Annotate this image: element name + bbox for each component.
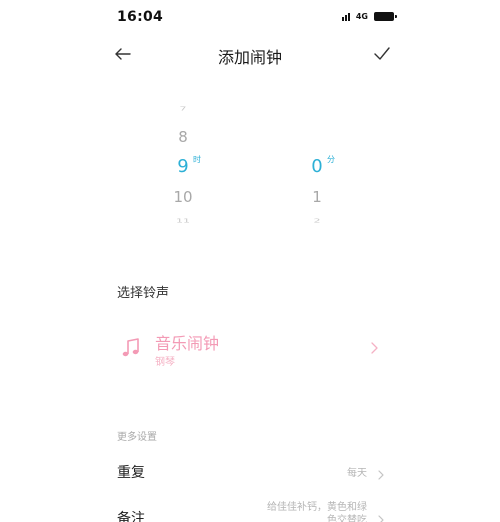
note-title: 备注	[117, 511, 145, 522]
ringtone-name: 音乐闹钟	[155, 334, 220, 353]
chevron-right-icon	[377, 466, 385, 480]
status-time: 16:04	[117, 9, 164, 25]
signal-icon	[341, 11, 350, 21]
note-value: 给佳佳补钙，黄色和绿 色交替吃	[227, 501, 367, 522]
note-value-line-2: 色交替吃	[327, 515, 367, 522]
repeat-setting-row[interactable]: 重复 每天	[105, 455, 395, 491]
minute-unit: 分	[327, 155, 335, 164]
status-indicators: 4G	[341, 11, 397, 21]
music-note-icon	[119, 336, 143, 360]
title-bar: 添加闹钟	[0, 36, 500, 76]
note-value-line-1: 给佳佳补钙，黄色和绿	[267, 502, 367, 513]
hour-option-far-above: 7	[179, 105, 187, 112]
checkmark-icon[interactable]	[372, 44, 392, 64]
minute-option-below: 1	[312, 188, 322, 206]
minute-option-far-below: 2	[313, 217, 321, 224]
page-title: 添加闹钟	[217, 48, 282, 67]
network-type: 4G	[355, 11, 368, 21]
hour-option-far-below: 11	[176, 217, 190, 224]
note-setting-row[interactable]: 备注 给佳佳补钙，黄色和绿 色交替吃	[105, 497, 395, 522]
more-settings-label: 更多设置	[117, 432, 157, 443]
hour-option-below: 10	[173, 188, 193, 206]
hour-unit: 时	[193, 155, 201, 164]
repeat-title: 重复	[117, 465, 145, 481]
chevron-right-icon	[369, 340, 379, 354]
hour-option-above: 8	[178, 128, 188, 146]
ringtone-section-label: 选择铃声	[117, 286, 170, 301]
repeat-value: 每天	[347, 468, 367, 479]
battery-icon	[374, 11, 397, 21]
status-bar: 16:04 4G	[0, 0, 500, 36]
back-arrow-icon[interactable]	[113, 44, 133, 64]
ringtone-selector[interactable]: 音乐闹钟 钢琴	[105, 320, 395, 376]
chevron-right-icon	[377, 511, 385, 522]
ringtone-subtitle: 钢琴	[155, 357, 175, 368]
